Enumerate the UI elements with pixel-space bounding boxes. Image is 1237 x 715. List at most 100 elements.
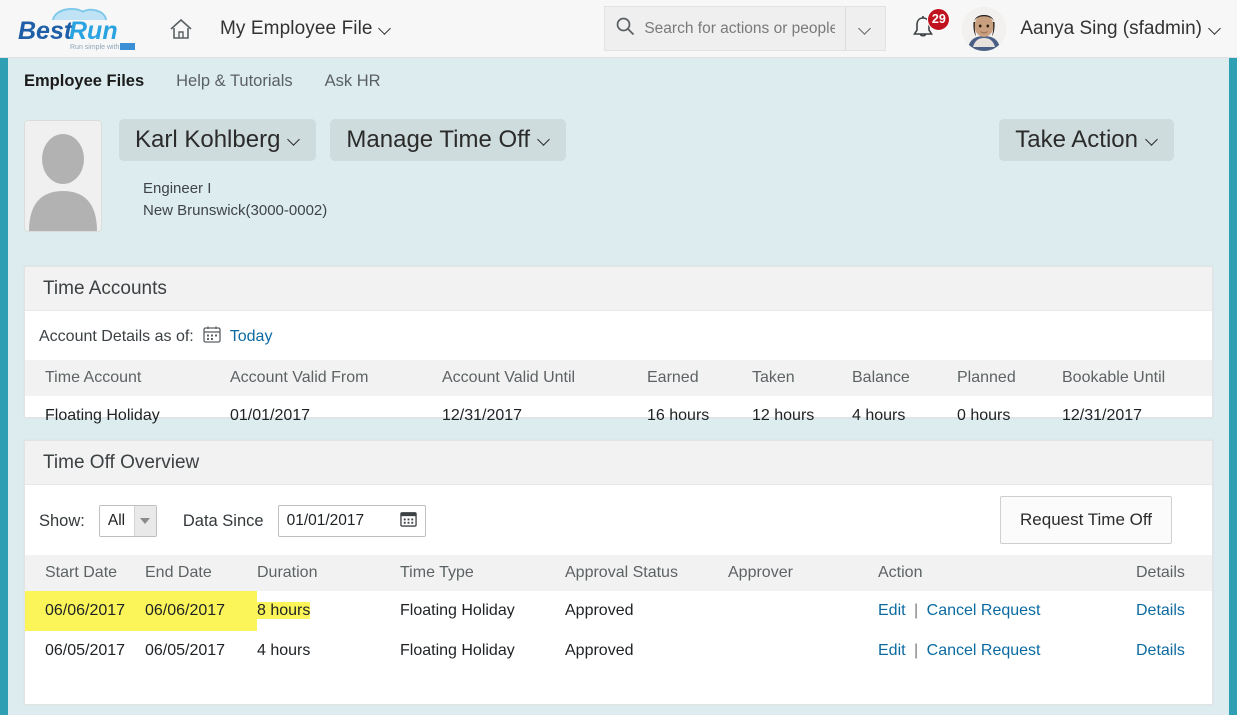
- cell-time-type: Floating Holiday: [400, 642, 515, 659]
- search-dropdown-button[interactable]: [845, 7, 885, 50]
- column-action: Action: [878, 555, 1136, 591]
- calendar-icon[interactable]: [399, 510, 417, 532]
- request-time-off-button[interactable]: Request Time Off: [1000, 496, 1172, 544]
- bell-icon: [908, 15, 938, 46]
- cell-bookable-until: 12/31/2017: [1062, 407, 1143, 424]
- column-planned: Planned: [957, 360, 1062, 396]
- my-employee-file-label: My Employee File: [220, 17, 373, 39]
- chevron-down-icon: [860, 23, 871, 34]
- employee-name-menu[interactable]: Karl Kohlberg: [119, 119, 317, 161]
- data-since-input[interactable]: 01/01/2017: [277, 505, 426, 537]
- manage-time-off-label: Manage Time Off: [346, 126, 531, 153]
- show-select[interactable]: All: [98, 505, 157, 537]
- take-action-button[interactable]: Take Action: [999, 119, 1174, 161]
- employee-photo: [24, 120, 102, 232]
- search-icon: [615, 16, 635, 41]
- column-end-date: End Date: [145, 555, 257, 591]
- column-approver: Approver: [728, 555, 878, 591]
- chevron-down-icon[interactable]: [133, 506, 156, 536]
- details-link[interactable]: Details: [1136, 642, 1185, 659]
- time-accounts-table: Time Account Account Valid From Account …: [25, 360, 1212, 436]
- time-off-overview-card: Time Off Overview Show: All Data Since 0…: [24, 440, 1213, 705]
- cell-details: Details: [1136, 631, 1212, 671]
- search-box[interactable]: [605, 7, 845, 50]
- cell-details: Details: [1136, 591, 1212, 631]
- cell-approval-status: Approved: [565, 602, 634, 619]
- table-row: 06/05/2017 06/05/2017 4 hours Floating H…: [25, 631, 1212, 671]
- account-details-asof-value[interactable]: Today: [230, 328, 273, 346]
- left-accent-bar: [0, 58, 8, 715]
- cell-time-account: Floating Holiday: [45, 407, 160, 424]
- chevron-down-icon: [539, 134, 550, 145]
- cell-duration: 8 hours: [257, 591, 400, 631]
- search-input[interactable]: [644, 19, 836, 38]
- avatar[interactable]: [962, 6, 1007, 51]
- edit-link[interactable]: Edit: [878, 642, 906, 659]
- chevron-down-icon: [289, 134, 300, 145]
- action-separator: |: [914, 642, 919, 659]
- employee-name-row: Karl Kohlberg Manage Time Off: [119, 119, 567, 161]
- svg-text:Run simple with: Run simple with: [70, 44, 120, 51]
- time-accounts-title: Time Accounts: [25, 267, 1212, 311]
- tab-ask-hr[interactable]: Ask HR: [325, 72, 381, 91]
- column-balance: Balance: [852, 360, 957, 396]
- column-earned: Earned: [647, 360, 752, 396]
- details-link[interactable]: Details: [1136, 602, 1185, 619]
- chevron-down-icon: [1210, 23, 1221, 34]
- table-header-row: Time Account Account Valid From Account …: [25, 360, 1212, 396]
- cell-approver: [728, 591, 878, 631]
- section-tabs: Employee Files Help & Tutorials Ask HR: [8, 58, 1229, 104]
- cell-time-type: Floating Holiday: [400, 602, 515, 619]
- cell-end-date: 06/06/2017: [145, 591, 257, 631]
- employee-location: New Brunswick(3000-0002): [143, 202, 328, 220]
- cell-approver: [728, 631, 878, 671]
- data-since-value: 01/01/2017: [286, 512, 365, 529]
- show-select-value: All: [107, 512, 126, 529]
- svg-text:Best: Best: [18, 17, 74, 45]
- notification-count-badge: 29: [927, 7, 951, 31]
- edit-link[interactable]: Edit: [878, 602, 906, 619]
- manage-time-off-menu[interactable]: Manage Time Off: [330, 119, 567, 161]
- calendar-icon: [203, 325, 221, 348]
- cancel-request-link[interactable]: Cancel Request: [927, 602, 1041, 619]
- user-menu[interactable]: Aanya Sing (sfadmin): [1020, 18, 1221, 40]
- column-duration: Duration: [257, 555, 400, 591]
- cell-end-date: 06/05/2017: [145, 642, 226, 659]
- tab-employee-files[interactable]: Employee Files: [24, 72, 144, 91]
- column-time-account: Time Account: [25, 360, 230, 396]
- notifications-button[interactable]: 29: [908, 7, 951, 46]
- chevron-down-icon: [1147, 134, 1158, 145]
- column-taken: Taken: [752, 360, 852, 396]
- cell-planned: 0 hours: [957, 407, 1011, 424]
- app-page: Best Run Run simple with My Employee Fil…: [0, 0, 1237, 715]
- cell-start-date: 06/06/2017: [25, 591, 145, 631]
- cell-earned: 16 hours: [647, 407, 710, 424]
- bestrun-logo[interactable]: Best Run Run simple with: [16, 6, 144, 52]
- take-action-label: Take Action: [1015, 126, 1138, 153]
- cell-duration-value: 8 hours: [257, 602, 311, 619]
- cell-duration: 4 hours: [257, 642, 311, 659]
- cancel-request-link[interactable]: Cancel Request: [927, 642, 1041, 659]
- top-navigation-bar: Best Run Run simple with My Employee Fil…: [0, 0, 1237, 58]
- column-start-date: Start Date: [25, 555, 145, 591]
- global-search[interactable]: [604, 6, 887, 51]
- employee-name-label: Karl Kohlberg: [135, 126, 281, 153]
- employee-job-title: Engineer I: [143, 180, 212, 197]
- column-bookable-until: Bookable Until: [1062, 360, 1212, 396]
- account-details-asof: Account Details as of: Today: [25, 311, 1212, 358]
- column-details: Details: [1136, 555, 1212, 591]
- user-name-label: Aanya Sing (sfadmin): [1020, 17, 1202, 39]
- home-icon[interactable]: [166, 14, 196, 44]
- svg-text:Run: Run: [69, 17, 118, 45]
- column-account-valid-until: Account Valid Until: [442, 360, 647, 396]
- column-approval-status: Approval Status: [565, 555, 728, 591]
- column-account-valid-from: Account Valid From: [230, 360, 442, 396]
- my-employee-file-menu[interactable]: My Employee File: [220, 18, 391, 40]
- cell-taken: 12 hours: [752, 407, 815, 424]
- cell-balance: 4 hours: [852, 407, 906, 424]
- employee-details: Engineer I New Brunswick(3000-0002): [143, 178, 327, 222]
- cell-account-valid-until: 12/31/2017: [442, 407, 523, 424]
- right-accent-bar: [1229, 58, 1237, 715]
- tab-help-tutorials[interactable]: Help & Tutorials: [176, 72, 292, 91]
- table-header-row: Start Date End Date Duration Time Type A…: [25, 555, 1212, 591]
